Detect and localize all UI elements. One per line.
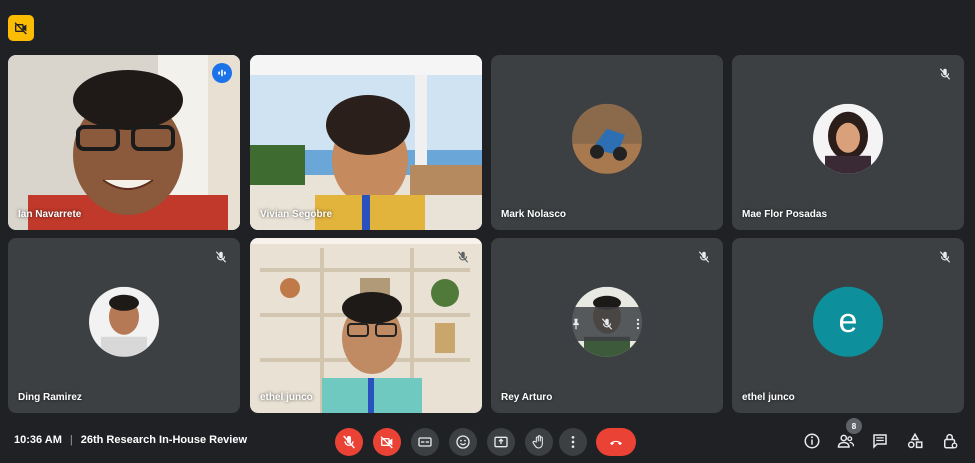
avatar	[813, 103, 883, 174]
mic-off-icon	[457, 251, 469, 263]
camera-off-icon	[14, 22, 27, 35]
captions-icon	[418, 437, 432, 447]
participant-name: Ian Navarrete	[18, 209, 82, 220]
captions-button[interactable]	[411, 428, 439, 456]
present-icon	[494, 436, 508, 448]
participant-tile[interactable]: Mark Nolasco	[491, 55, 723, 230]
chat-button[interactable]	[870, 431, 890, 451]
participant-tile[interactable]: Mae Flor Posadas	[732, 55, 964, 230]
audio-level-icon	[218, 69, 226, 77]
participant-name: Rey Arturo	[501, 392, 553, 403]
participant-tile[interactable]: ethel junco	[250, 238, 482, 413]
emoji-icon	[456, 435, 470, 449]
end-call-button[interactable]	[596, 428, 636, 456]
tile-hover-controls	[559, 306, 655, 341]
camera-toggle-button[interactable]	[373, 428, 401, 456]
participant-name: Ding Ramirez	[18, 392, 82, 403]
end-call-icon	[610, 440, 622, 445]
activities-icon	[907, 432, 923, 449]
participant-video	[250, 55, 482, 230]
mic-off-icon	[698, 251, 710, 263]
more-options-icon	[571, 436, 575, 448]
mic-off-icon	[939, 68, 951, 80]
more-options-button[interactable]	[559, 428, 587, 456]
speaking-indicator	[212, 63, 232, 83]
participant-tile[interactable]: e ethel junco	[732, 238, 964, 413]
participant-name: Vivian Segobre	[260, 209, 333, 220]
activities-button[interactable]	[905, 431, 925, 451]
participant-name: ethel junco	[260, 392, 313, 403]
avatar	[572, 103, 642, 174]
mute-participant-icon[interactable]	[600, 316, 614, 330]
meeting-title: 26th Research In-House Review	[80, 434, 248, 446]
raise-hand-icon	[532, 435, 543, 449]
host-controls-icon	[944, 433, 958, 449]
mic-off-icon	[215, 251, 227, 263]
avatar: e	[813, 286, 883, 357]
participant-video	[250, 238, 482, 413]
people-count-badge: 8	[846, 418, 862, 434]
pin-icon[interactable]	[569, 316, 583, 330]
more-options-icon[interactable]	[631, 316, 645, 330]
reactions-button[interactable]	[449, 428, 477, 456]
meeting-toolbar: 10:36 AM | 26th Research In-House Review	[0, 418, 975, 463]
participant-tile[interactable]: Rey Arturo	[491, 238, 723, 413]
participant-video	[8, 55, 240, 230]
meeting-info: 10:36 AM | 26th Research In-House Review	[14, 434, 247, 446]
participant-tile[interactable]: Ding Ramirez	[8, 238, 240, 413]
participant-name: Mae Flor Posadas	[742, 209, 828, 220]
info-icon	[804, 433, 820, 449]
people-button[interactable]	[836, 431, 856, 451]
avatar	[89, 286, 159, 357]
people-icon	[837, 434, 855, 448]
mic-toggle-button[interactable]	[335, 428, 363, 456]
host-controls-button[interactable]	[940, 431, 960, 451]
present-button[interactable]	[487, 428, 515, 456]
chat-icon	[873, 434, 887, 449]
raise-hand-button[interactable]	[525, 428, 553, 456]
camera-off-badge[interactable]	[8, 15, 34, 41]
meeting-time: 10:36 AM	[14, 434, 62, 446]
participant-tile[interactable]: Vivian Segobre	[250, 55, 482, 230]
participant-name: Mark Nolasco	[501, 209, 567, 220]
meeting-separator: |	[69, 434, 73, 446]
participant-tile[interactable]: Ian Navarrete	[8, 55, 240, 230]
meeting-details-button[interactable]	[802, 431, 822, 451]
mic-off-icon	[939, 251, 951, 263]
mic-off-icon	[343, 435, 355, 449]
participant-name: ethel junco	[742, 392, 795, 403]
camera-off-icon	[380, 436, 393, 449]
